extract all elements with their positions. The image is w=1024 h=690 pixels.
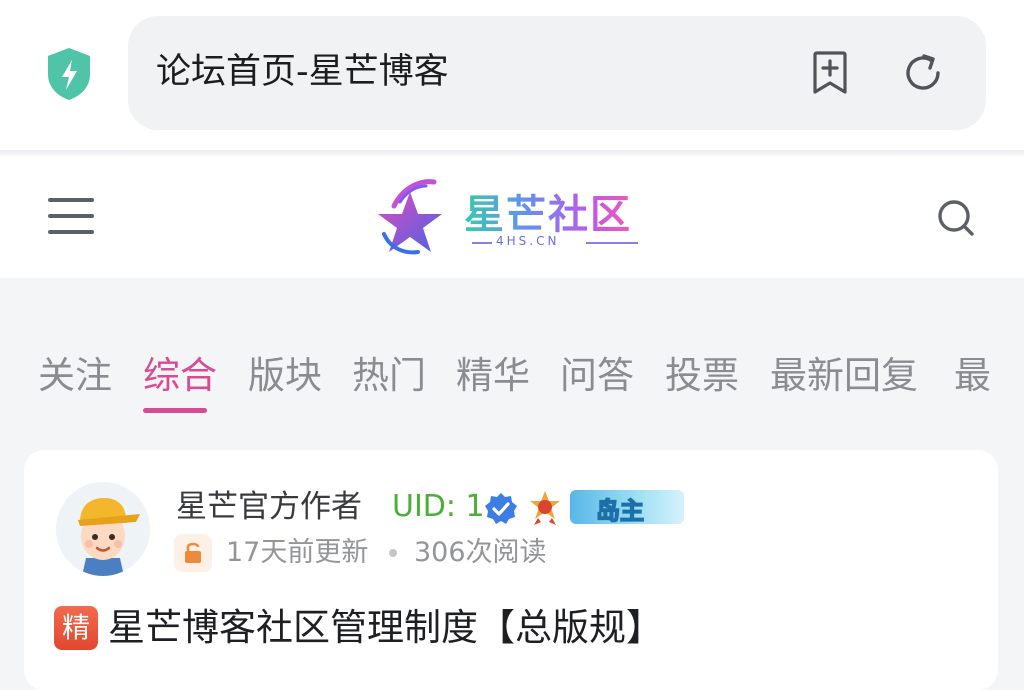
meta-separator	[389, 549, 397, 557]
star-logo-icon	[378, 179, 442, 255]
site-logo[interactable]: 星芒社区 4HS.CN	[374, 176, 646, 262]
logo-line-right	[586, 242, 638, 244]
island-badge-label: 岛主	[595, 496, 645, 524]
tab-boards[interactable]: 版块	[248, 350, 322, 402]
uid-badge: UID: 1	[392, 489, 485, 524]
post-title[interactable]: 星芒博客社区管理制度【总版规】	[108, 602, 663, 654]
page-title: 论坛首页-星芒博客	[156, 52, 449, 92]
site-header: 星芒社区 4HS.CN	[0, 158, 1024, 278]
tab-featured[interactable]: 精华	[456, 350, 530, 402]
search-icon[interactable]	[936, 198, 976, 238]
logo-line-left	[472, 242, 492, 244]
verified-icon	[485, 493, 517, 524]
essence-tag: 精	[54, 606, 98, 650]
updated-time: 17天前更新	[226, 537, 369, 568]
avatar-illustration	[56, 482, 150, 576]
lock-icon	[174, 534, 212, 572]
tab-follow[interactable]: 关注	[38, 350, 112, 402]
security-shield-icon[interactable]	[44, 46, 94, 102]
author-name[interactable]: 星芒官方作者	[176, 486, 362, 528]
tab-qa[interactable]: 问答	[560, 350, 634, 402]
add-bookmark-icon[interactable]	[808, 50, 852, 96]
refresh-icon[interactable]	[900, 50, 946, 96]
island-owner-badge: 岛主	[570, 490, 684, 524]
browser-toolbar: 论坛首页-星芒博客	[0, 0, 1024, 150]
view-count: 306次阅读	[414, 537, 547, 568]
logo-subtext: 4HS.CN	[496, 234, 560, 248]
toolbar-divider	[0, 150, 1024, 158]
tab-latest-reply[interactable]: 最新回复	[770, 350, 918, 402]
medal-icon	[530, 491, 560, 525]
post-card[interactable]: 星芒官方作者 UID: 1 岛主 17天前更新 306次阅读 精 星芒博客社区管…	[24, 450, 998, 690]
address-bar[interactable]: 论坛首页-星芒博客	[128, 16, 986, 130]
tab-vote[interactable]: 投票	[665, 350, 739, 402]
tab-more[interactable]: 最	[954, 350, 991, 402]
tab-hot[interactable]: 热门	[352, 350, 426, 402]
avatar[interactable]	[56, 482, 150, 576]
active-tab-indicator	[143, 408, 207, 413]
unlock-glyph	[185, 542, 201, 563]
logo-text: 星芒社区	[464, 182, 632, 240]
tab-general[interactable]: 综合	[143, 350, 217, 402]
menu-icon[interactable]	[48, 198, 94, 234]
